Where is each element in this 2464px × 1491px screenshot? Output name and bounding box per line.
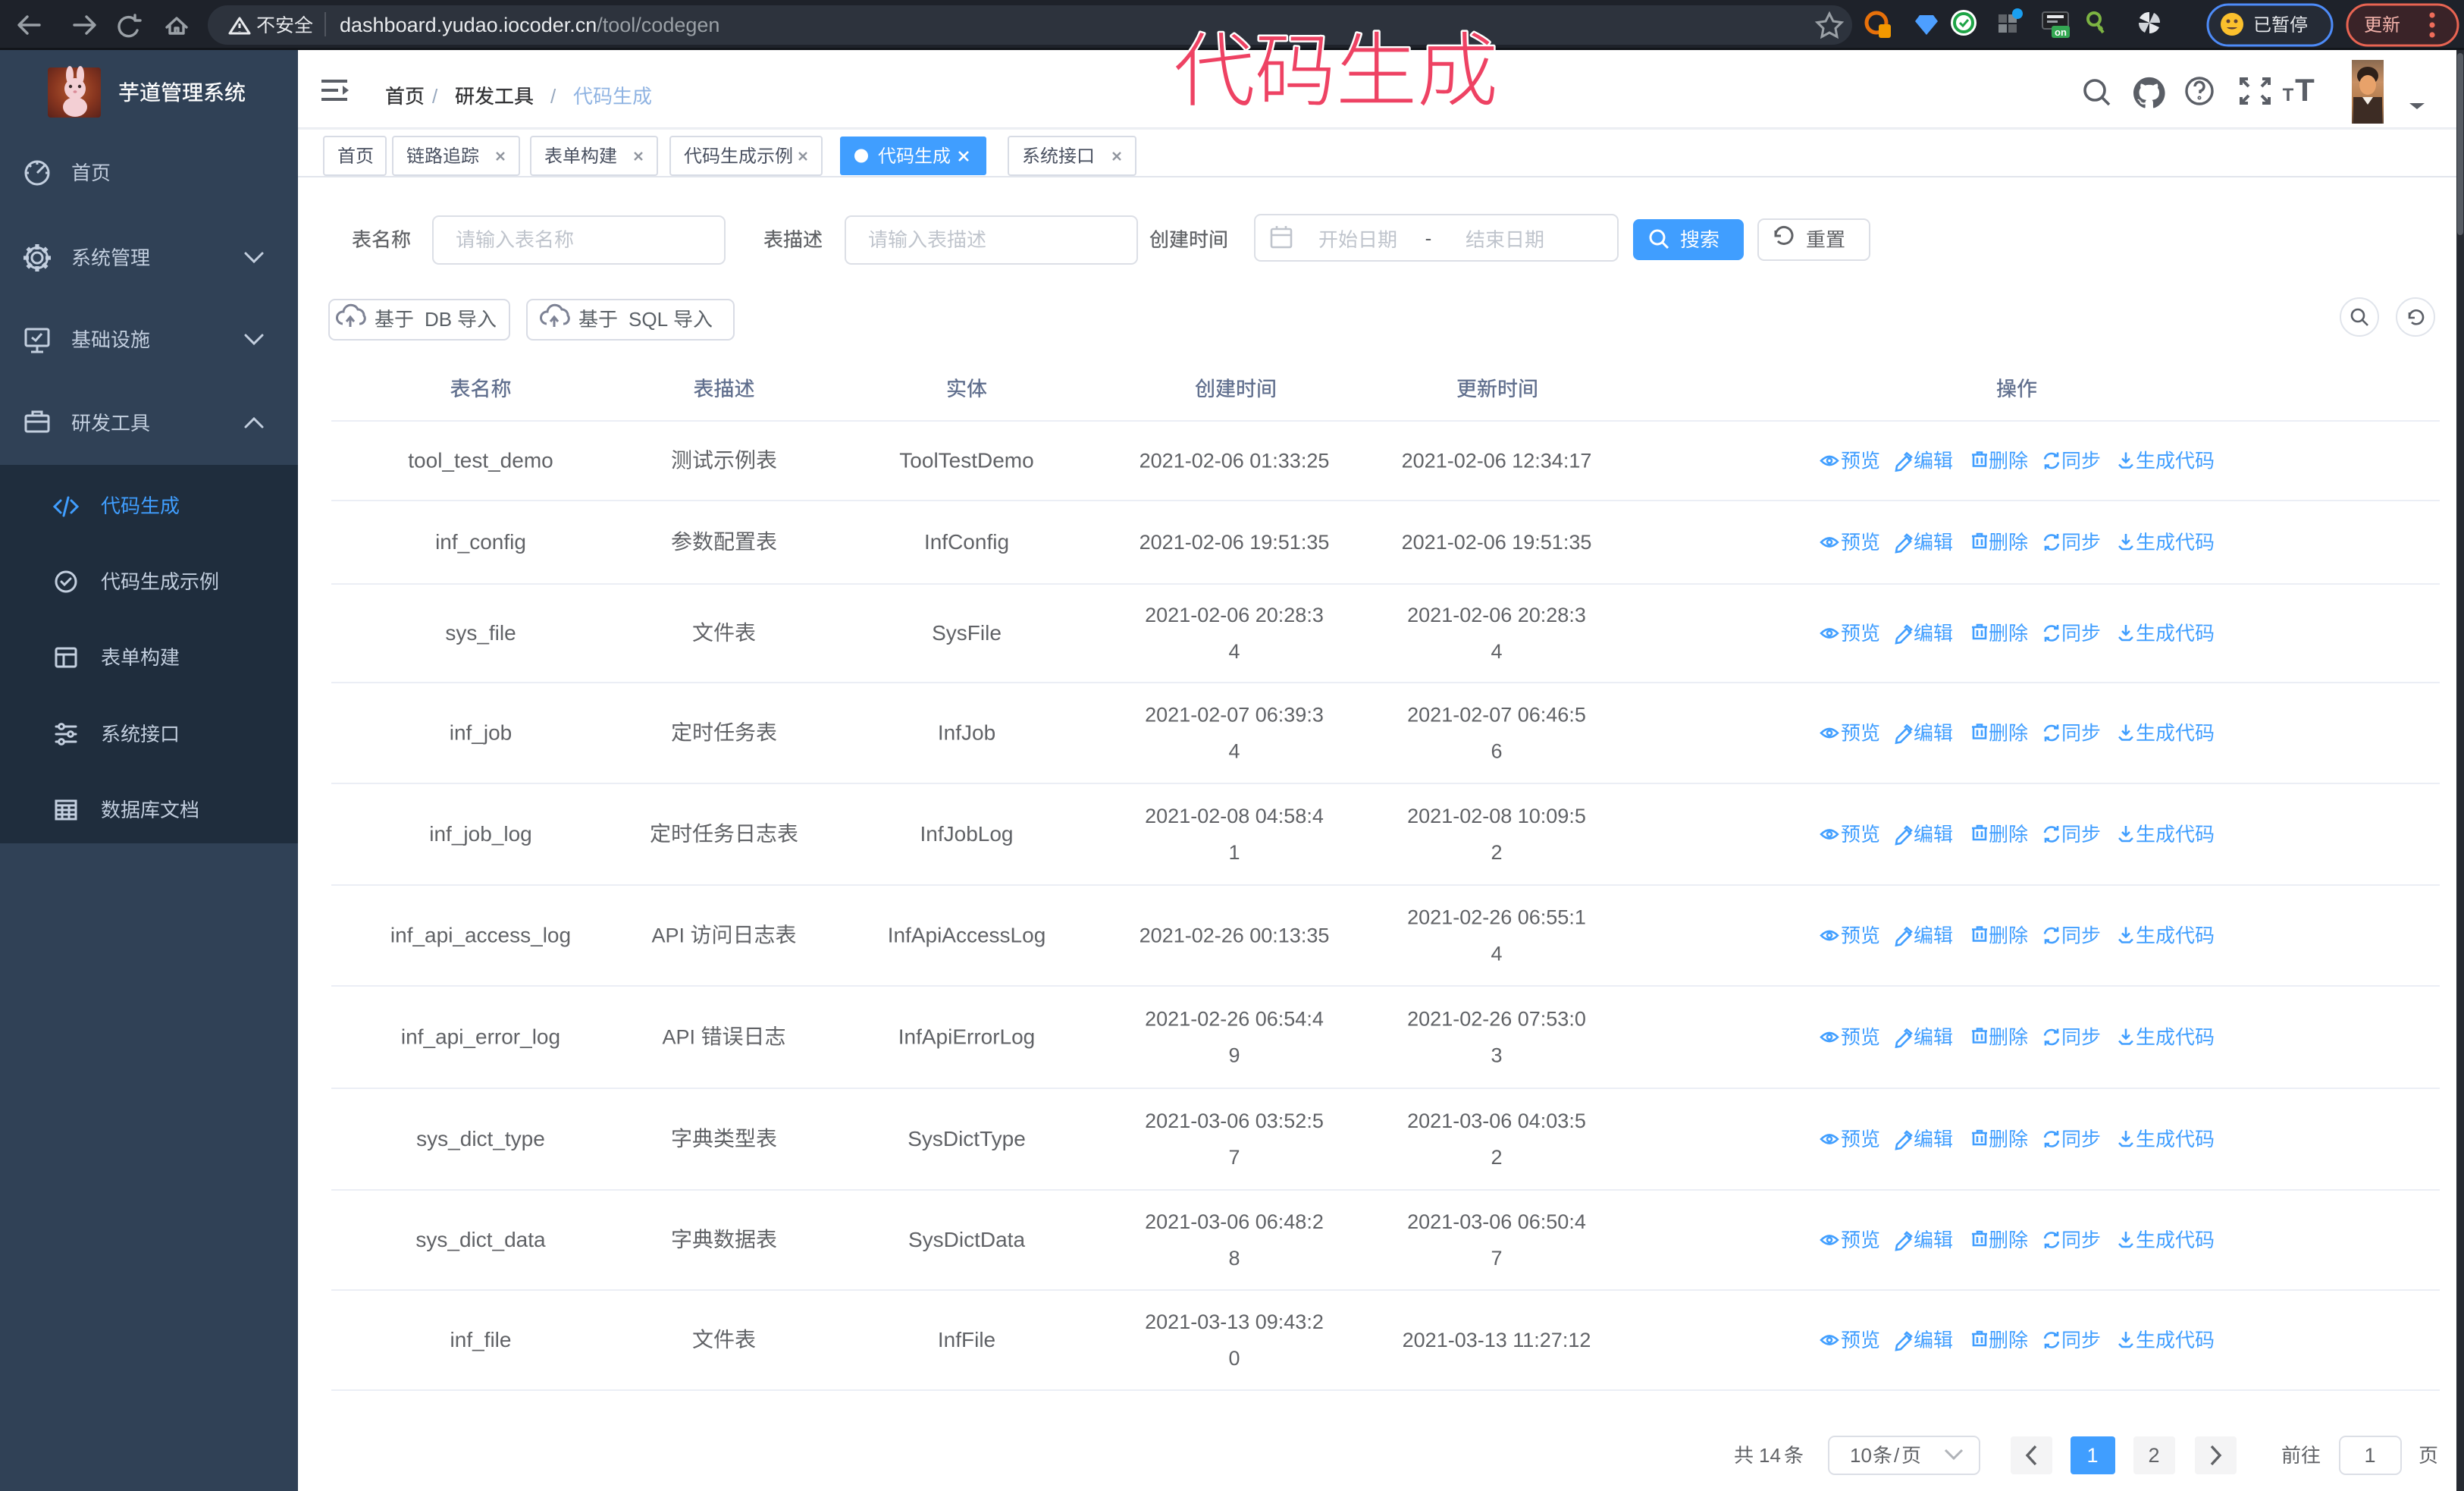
svg-text:3: 3 (1491, 1044, 1502, 1067)
svg-text:2021-03-13 09:43:2: 2021-03-13 09:43:2 (1145, 1311, 1324, 1333)
svg-text:InfJobLog: InfJobLog (920, 822, 1014, 846)
svg-text:8: 8 (1228, 1247, 1240, 1270)
svg-text:4: 4 (1491, 640, 1502, 663)
svg-text:/: / (432, 85, 438, 108)
svg-text:2021-02-06 20:28:3: 2021-02-06 20:28:3 (1407, 604, 1586, 626)
svg-text:/: / (1894, 1444, 1900, 1467)
svg-text:inf_config: inf_config (435, 530, 526, 554)
svg-text:2021-03-06 04:03:5: 2021-03-06 04:03:5 (1407, 1110, 1586, 1132)
svg-text:6: 6 (1491, 740, 1502, 763)
svg-text:7: 7 (1491, 1247, 1502, 1270)
svg-text:2021-03-06 06:50:4: 2021-03-06 06:50:4 (1407, 1210, 1586, 1233)
svg-text:4: 4 (1228, 740, 1240, 763)
svg-text:sys_file: sys_file (445, 621, 516, 645)
svg-text:-: - (1425, 227, 1432, 250)
svg-text:SQL: SQL (629, 308, 668, 331)
svg-text:inf_api_access_log: inf_api_access_log (390, 924, 571, 947)
svg-text:T: T (2283, 85, 2294, 105)
svg-text:2021-03-06 03:52:5: 2021-03-06 03:52:5 (1145, 1110, 1324, 1132)
svg-text:2021-03-06 06:48:2: 2021-03-06 06:48:2 (1145, 1210, 1324, 1233)
svg-text:14: 14 (1759, 1444, 1781, 1467)
svg-text:dashboard.yudao.iocoder.cn/too: dashboard.yudao.iocoder.cn/tool/codegen (340, 14, 719, 36)
svg-text:2021-02-06 19:51:35: 2021-02-06 19:51:35 (1402, 531, 1592, 554)
svg-text:InfApiAccessLog: InfApiAccessLog (888, 924, 1046, 947)
svg-text:2021-02-26 00:13:35: 2021-02-26 00:13:35 (1140, 924, 1330, 947)
svg-text:/: / (550, 85, 556, 108)
svg-text:SysDictType: SysDictType (908, 1127, 1026, 1150)
svg-text:9: 9 (1228, 1044, 1240, 1067)
svg-text:2021-02-06 19:51:35: 2021-02-06 19:51:35 (1140, 531, 1330, 554)
svg-text:SysDictData: SysDictData (908, 1228, 1025, 1251)
svg-text:10: 10 (1850, 1444, 1872, 1467)
svg-text:sys_dict_type: sys_dict_type (416, 1127, 545, 1150)
svg-text:4: 4 (1491, 943, 1502, 965)
svg-text:2021-02-26 06:54:4: 2021-02-26 06:54:4 (1145, 1008, 1324, 1031)
svg-text:2021-02-07 06:46:5: 2021-02-07 06:46:5 (1407, 704, 1586, 727)
svg-text:2: 2 (2148, 1444, 2159, 1467)
svg-text:ToolTestDemo: ToolTestDemo (899, 449, 1033, 472)
svg-text:tool_test_demo: tool_test_demo (408, 449, 553, 472)
svg-text:inf_api_error_log: inf_api_error_log (401, 1025, 560, 1049)
svg-text:API: API (651, 924, 685, 947)
svg-text:1: 1 (2086, 1444, 2098, 1467)
svg-text:InfJob: InfJob (938, 721, 995, 745)
svg-text:1: 1 (2364, 1444, 2375, 1467)
svg-text:inf_job: inf_job (450, 721, 513, 745)
svg-text:1: 1 (1228, 841, 1240, 864)
svg-text:2021-02-26 07:53:0: 2021-02-26 07:53:0 (1407, 1008, 1586, 1031)
svg-text:2021-02-06 20:28:3: 2021-02-06 20:28:3 (1145, 604, 1324, 626)
svg-text:0: 0 (1228, 1347, 1240, 1370)
svg-text:on: on (2055, 27, 2067, 38)
svg-text:InfFile: InfFile (938, 1328, 995, 1351)
svg-text:InfConfig: InfConfig (924, 530, 1009, 554)
svg-text:2: 2 (1491, 1146, 1502, 1169)
svg-text:SysFile: SysFile (932, 621, 1002, 645)
svg-text:7: 7 (1228, 1146, 1240, 1169)
svg-text:DB: DB (425, 308, 452, 331)
svg-text:T: T (2295, 72, 2315, 108)
svg-text:inf_file: inf_file (450, 1328, 512, 1351)
svg-text:sys_dict_data: sys_dict_data (415, 1228, 546, 1251)
svg-text:2021-02-08 10:09:5: 2021-02-08 10:09:5 (1407, 805, 1586, 827)
svg-text:2021-02-06 12:34:17: 2021-02-06 12:34:17 (1402, 450, 1592, 472)
svg-text:2: 2 (1491, 841, 1502, 864)
svg-text:2021-02-07 06:39:3: 2021-02-07 06:39:3 (1145, 704, 1324, 727)
svg-text:2021-03-13 11:27:12: 2021-03-13 11:27:12 (1403, 1329, 1591, 1351)
svg-text:4: 4 (1228, 640, 1240, 663)
svg-text:InfApiErrorLog: InfApiErrorLog (898, 1025, 1036, 1049)
svg-text:2021-02-08 04:58:4: 2021-02-08 04:58:4 (1145, 805, 1324, 827)
svg-text:2021-02-26 06:55:1: 2021-02-26 06:55:1 (1407, 906, 1586, 929)
svg-text:2021-02-06 01:33:25: 2021-02-06 01:33:25 (1140, 450, 1330, 472)
svg-text:API: API (662, 1026, 695, 1049)
svg-text:inf_job_log: inf_job_log (429, 822, 531, 846)
